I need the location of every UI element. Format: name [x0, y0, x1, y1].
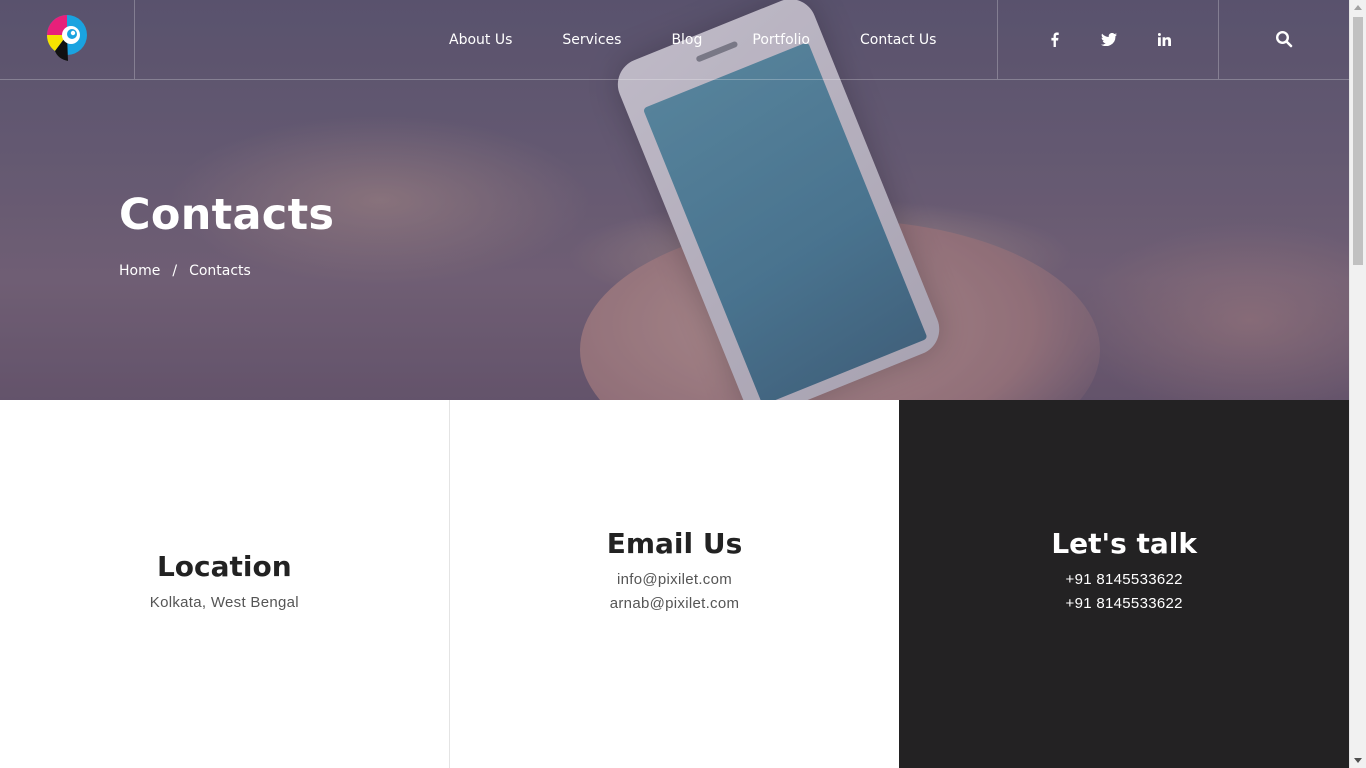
- search-container: [1219, 0, 1349, 79]
- page-scrollbar[interactable]: [1349, 0, 1366, 768]
- facebook-icon[interactable]: [1044, 30, 1064, 48]
- contact-info-section: Location Kolkata, West Bengal Email Us i…: [0, 400, 1350, 768]
- social-links: [997, 0, 1219, 79]
- twitter-icon[interactable]: [1099, 30, 1119, 48]
- breadcrumb-separator: /: [172, 263, 178, 279]
- email-address-1[interactable]: info@pixilet.com: [617, 568, 732, 592]
- scroll-up-arrow-icon[interactable]: [1354, 5, 1362, 10]
- site-header: About Us Services Blog Portfolio Contact…: [0, 0, 1349, 80]
- page-title: Contacts: [119, 190, 335, 240]
- nav-item-contact-us[interactable]: Contact Us: [860, 32, 936, 48]
- nav-item-services[interactable]: Services: [562, 32, 621, 48]
- phone-number-2[interactable]: +91 8145533622: [1066, 592, 1183, 616]
- breadcrumb: Home / Contacts: [119, 263, 251, 279]
- phone-number-1[interactable]: +91 8145533622: [1066, 568, 1183, 592]
- nav-item-portfolio[interactable]: Portfolio: [752, 32, 810, 48]
- breadcrumb-current: Contacts: [189, 263, 251, 279]
- search-icon[interactable]: [1275, 30, 1293, 48]
- pixilet-logo-icon[interactable]: [46, 14, 88, 62]
- location-title: Location: [156, 549, 292, 583]
- location-address: Kolkata, West Bengal: [149, 593, 299, 611]
- scrollbar-thumb[interactable]: [1353, 17, 1363, 265]
- breadcrumb-home-link[interactable]: Home: [119, 263, 160, 279]
- main-nav: About Us Services Blog Portfolio Contact…: [424, 0, 961, 79]
- email-address-2[interactable]: arnab@pixilet.com: [610, 592, 740, 616]
- linkedin-icon[interactable]: [1154, 30, 1174, 48]
- location-block: Location Kolkata, West Bengal: [0, 400, 450, 768]
- nav-item-about-us[interactable]: About Us: [449, 32, 512, 48]
- nav-item-blog[interactable]: Blog: [671, 32, 702, 48]
- talk-block: Let's talk +91 8145533622 +91 8145533622: [899, 400, 1350, 768]
- talk-title: Let's talk: [1051, 526, 1198, 560]
- logo-container: [0, 0, 135, 79]
- email-title: Email Us: [606, 526, 743, 560]
- email-block: Email Us info@pixilet.com arnab@pixilet.…: [450, 400, 900, 768]
- scroll-down-arrow-icon[interactable]: [1354, 758, 1362, 763]
